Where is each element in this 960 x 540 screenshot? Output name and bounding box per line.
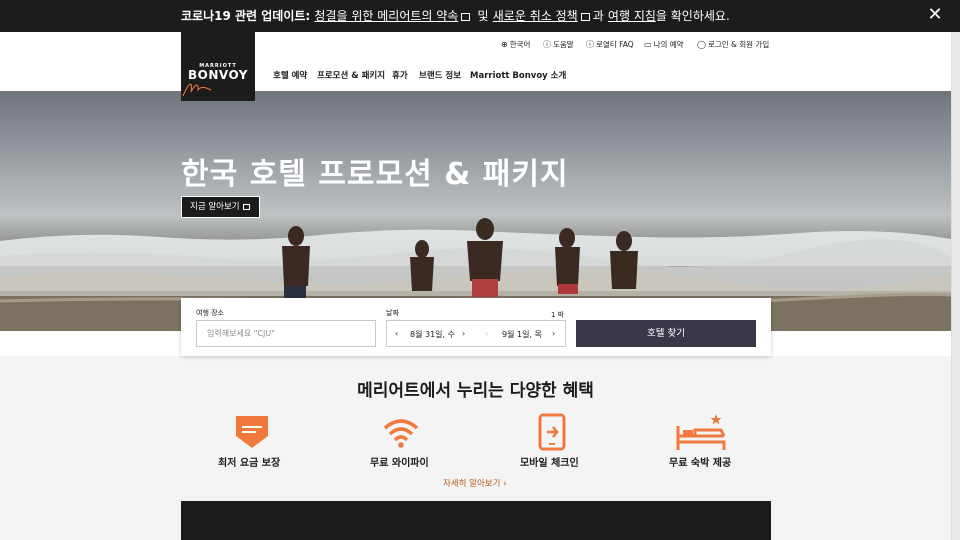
cleanliness-link[interactable]: 청결을 위한 메리어트의 약속 — [314, 9, 458, 23]
info-icon: ⓘ — [586, 40, 594, 49]
bed-icon — [676, 414, 726, 450]
user-icon: ◯ — [697, 40, 706, 49]
logo-swoosh-icon — [182, 83, 212, 97]
date-picker[interactable]: ‹ 8월 31일, 수 › ‹ 9월 1일, 목 › — [386, 320, 566, 347]
wifi-icon — [383, 419, 419, 448]
next-date-icon[interactable]: › — [552, 329, 555, 338]
beach-scene-illustration — [0, 218, 951, 331]
faq-link[interactable]: ⓘ 로열티 FAQ — [586, 39, 634, 50]
faq-label: 로열티 FAQ — [596, 40, 634, 49]
external-link-icon — [242, 204, 250, 210]
external-link-icon — [580, 13, 590, 21]
price-tag-icon — [236, 416, 268, 448]
benefit-mobile-checkin: 모바일 체크인 — [520, 458, 579, 469]
banner-text: 코로나19 관련 업데이트: 청결을 위한 메리어트의 약속 및 새로운 취소 … — [181, 7, 730, 24]
learn-more-link[interactable]: 자세히 알아보기 › — [443, 477, 507, 489]
learn-now-button[interactable]: 지금 알아보기 — [181, 196, 260, 218]
banner-and: 및 — [477, 9, 489, 23]
find-hotels-button[interactable]: 호텔 찾기 — [576, 320, 756, 347]
external-link-icon — [461, 13, 471, 21]
learn-more-label: 자세히 알아보기 — [443, 479, 501, 489]
next-date-icon[interactable]: › — [462, 329, 465, 338]
language-label: 한국어 — [509, 40, 531, 49]
benefit-free-wifi: 무료 와이파이 — [370, 458, 429, 469]
chevron-right-icon: › — [503, 479, 507, 489]
my-trips-label: 나의 예약 — [653, 40, 684, 49]
benefit-best-rate: 최저 요금 보장 — [218, 458, 281, 469]
nav-hotel-booking[interactable]: 호텔 예약 — [273, 69, 307, 81]
prev-date-icon[interactable]: ‹ — [395, 329, 398, 338]
help-link[interactable]: ⓘ 도움말 — [543, 39, 574, 50]
covid-banner: 코로나19 관련 업데이트: 청결을 위한 메리어트의 약속 및 새로운 취소 … — [0, 0, 960, 32]
marriott-bonvoy-logo[interactable]: MARRIOTT BONVOY — [181, 32, 255, 101]
site-header — [0, 32, 960, 91]
banner-prefix: 코로나19 관련 업데이트: — [181, 9, 311, 23]
suitcase-icon: ▭ — [644, 40, 652, 49]
login-label: 로그인 & 회원 가입 — [707, 40, 770, 49]
cancellation-policy-link[interactable]: 새로운 취소 정책 — [493, 9, 578, 23]
benefit-free-night: 무료 숙박 제공 — [669, 458, 732, 469]
nav-vacation[interactable]: 휴가 — [392, 69, 408, 81]
globe-icon: ⊕ — [501, 40, 508, 49]
benefits-title: 메리어트에서 누리는 다양한 혜택 — [357, 381, 594, 401]
checkout-date[interactable]: 9월 1일, 목 — [502, 329, 542, 340]
travel-guidelines-link[interactable]: 여행 지침 — [608, 9, 656, 23]
dates-label: 날짜 — [386, 309, 399, 317]
login-link[interactable]: ◯ 로그인 & 회원 가입 — [697, 39, 769, 50]
help-label: 도움말 — [553, 40, 574, 49]
nav-brands[interactable]: 브랜드 정보 — [419, 69, 461, 81]
hero-title: 한국 호텔 프로모션 & 패키지 — [181, 157, 569, 192]
destination-label: 여행 장소 — [196, 309, 224, 317]
prev-date-icon: ‹ — [485, 329, 489, 338]
nav-about[interactable]: Marriott Bonvoy 소개 — [470, 69, 566, 81]
banner-suffix: 을 확인하세요. — [655, 9, 730, 23]
close-icon[interactable]: ✕ — [926, 6, 944, 24]
learn-now-label: 지금 알아보기 — [190, 202, 240, 212]
checkin-date[interactable]: 8월 31일, 수 — [410, 329, 455, 340]
banner-mid: 과 — [592, 9, 604, 23]
hero-image — [0, 91, 951, 331]
hotel-search-form: 여행 장소 입력해보세요 "CJU" 날짜 1 박 ‹ 8월 31일, 수 › … — [181, 298, 771, 356]
my-trips-link[interactable]: ▭ 나의 예약 — [644, 39, 684, 50]
language-selector[interactable]: ⊕ 한국어 — [501, 39, 530, 50]
help-icon: ⓘ — [543, 40, 551, 49]
mobile-checkin-icon — [538, 413, 566, 451]
dark-promo-section — [181, 501, 771, 540]
destination-input[interactable]: 입력해보세요 "CJU" — [196, 320, 376, 347]
nights-count: 1 박 — [551, 311, 565, 319]
page-scrollbar[interactable] — [951, 32, 960, 540]
nav-promotions[interactable]: 프로모션 & 패키지 — [317, 69, 385, 81]
